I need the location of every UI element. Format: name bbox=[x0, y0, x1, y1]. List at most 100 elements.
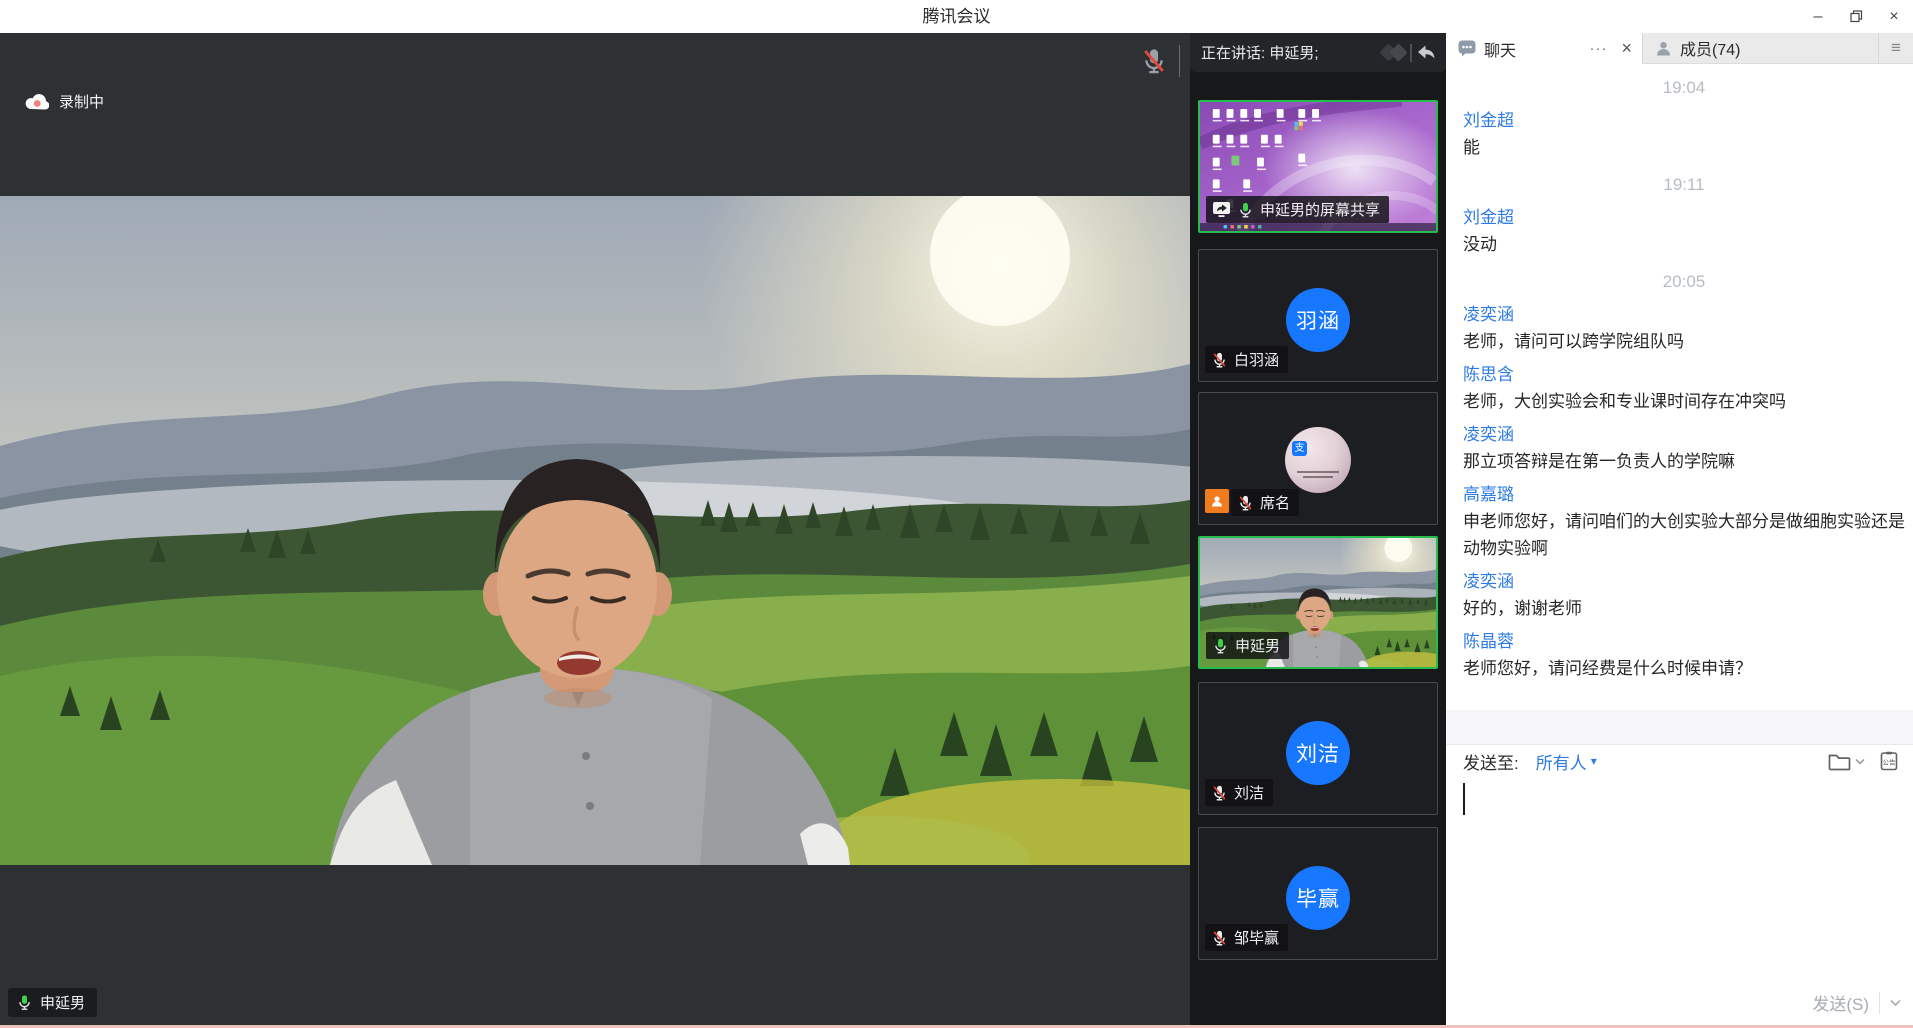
chat-close-icon[interactable]: × bbox=[1621, 38, 1632, 59]
chat-message-text: 没动 bbox=[1463, 231, 1905, 258]
tile-label: 席名 bbox=[1205, 489, 1299, 516]
tile-label: 刘洁 bbox=[1205, 779, 1273, 806]
tile-screen-share[interactable]: 申延男的屏幕共享 bbox=[1198, 100, 1438, 233]
announcement-button[interactable]: 公告 bbox=[1879, 751, 1899, 771]
restore-icon bbox=[1850, 10, 1863, 23]
minimize-icon: – bbox=[1814, 8, 1823, 26]
chat-sender-name[interactable]: 刘金超 bbox=[1463, 108, 1905, 134]
screen-share-icon bbox=[1212, 201, 1231, 218]
minimize-button[interactable]: – bbox=[1799, 0, 1837, 33]
avatar: 羽涵 bbox=[1286, 288, 1350, 352]
main-speaker-name-badge: 申延男 bbox=[8, 988, 97, 1017]
send-divider bbox=[1879, 992, 1880, 1014]
avatar: 毕赢 bbox=[1286, 866, 1350, 930]
send-to-value: 所有人 bbox=[1536, 749, 1587, 774]
titlebar: 腾讯会议 – × bbox=[0, 0, 1913, 33]
layout-and-back-icons[interactable] bbox=[1380, 41, 1440, 65]
file-attach-button[interactable] bbox=[1828, 752, 1865, 771]
chat-sender-name[interactable]: 刘金超 bbox=[1463, 205, 1905, 231]
chat-timestamp: 20:05 bbox=[1463, 269, 1905, 295]
chat-sender-name[interactable]: 凌奕涵 bbox=[1463, 569, 1905, 595]
layout-diamond-icon bbox=[1389, 43, 1407, 61]
restore-button[interactable] bbox=[1837, 0, 1875, 33]
messages-footer bbox=[1446, 710, 1913, 745]
announcement-icon: 公告 bbox=[1879, 751, 1899, 771]
text-caret bbox=[1463, 783, 1465, 815]
members-icon bbox=[1655, 40, 1672, 57]
chat-message-text: 申老师您好，请问咱们的大创实验大部分是做细胞实验还是动物实验啊 bbox=[1463, 508, 1905, 562]
tile-speaker-video[interactable]: 申延男 bbox=[1198, 536, 1438, 669]
chat-sender-name[interactable]: 陈晶蓉 bbox=[1463, 629, 1905, 655]
svg-text:公告: 公告 bbox=[1883, 758, 1897, 767]
send-options-button[interactable] bbox=[1890, 999, 1901, 1007]
chat-message-text: 好的，谢谢老师 bbox=[1463, 595, 1905, 622]
mic-on-icon bbox=[1212, 637, 1229, 655]
panel-menu-button[interactable]: ≡ bbox=[1878, 33, 1913, 64]
close-button[interactable]: × bbox=[1875, 0, 1913, 33]
back-arrow-icon bbox=[1418, 46, 1435, 59]
chat-message-text: 能 bbox=[1463, 134, 1905, 161]
chat-message-text: 那立项答辩是在第一负责人的学院嘛 bbox=[1463, 448, 1905, 475]
folder-icon bbox=[1828, 752, 1852, 771]
chat-sender-name[interactable]: 凌奕涵 bbox=[1463, 422, 1905, 448]
chevron-down-icon bbox=[1855, 758, 1865, 765]
close-icon: × bbox=[1889, 8, 1898, 26]
chevron-down-icon bbox=[1890, 999, 1901, 1007]
chat-message-text: 老师您好，请问经费是什么时候申请？ bbox=[1463, 655, 1905, 682]
mic-on-icon bbox=[1237, 201, 1254, 219]
chat-sender-name[interactable]: 高嘉璐 bbox=[1463, 482, 1905, 508]
panel-tabs: 聊天 ··· × 成员(74) ≡ bbox=[1446, 33, 1913, 64]
chat-timestamp: 19:04 bbox=[1463, 75, 1905, 101]
chat-message-list[interactable]: 19:04 刘金超 能 19:11 刘金超 没动 20:05 凌奕涵 老师，请问… bbox=[1446, 64, 1913, 710]
window-controls: – × bbox=[1799, 0, 1913, 33]
send-button[interactable]: 发送(S) bbox=[1812, 990, 1869, 1015]
chat-panel: 聊天 ··· × 成员(74) ≡ 19:04 刘金超 能 19:11 刘金超 … bbox=[1446, 33, 1913, 1025]
participant-thumbnail-strip: 正在讲话: 申延男; 申延男的屏幕共享 bbox=[1190, 33, 1446, 1025]
tab-members[interactable]: 成员(74) bbox=[1642, 33, 1878, 64]
tile-name: 席名 bbox=[1260, 492, 1290, 513]
tencent-meeting-window: 腾讯会议 – × 录制中 申延男 正在讲话: 申延男; bbox=[0, 0, 1913, 1028]
chat-input[interactable] bbox=[1446, 777, 1913, 985]
tile-name: 申延男 bbox=[1235, 635, 1280, 656]
tile-name: 申延男的屏幕共享 bbox=[1260, 199, 1380, 220]
chat-timestamp: 19:11 bbox=[1463, 172, 1905, 198]
tile-participant[interactable]: 毕赢 邹毕赢 bbox=[1198, 827, 1438, 960]
mic-muted-icon bbox=[1237, 494, 1254, 512]
avatar-caption-line bbox=[1297, 471, 1339, 473]
chat-sender-name[interactable]: 凌奕涵 bbox=[1463, 302, 1905, 328]
send-to-selector[interactable]: 所有人 ▾ bbox=[1536, 749, 1597, 774]
tab-chat-label: 聊天 bbox=[1484, 37, 1581, 61]
tile-participant[interactable]: 刘洁 刘洁 bbox=[1198, 682, 1438, 815]
cloud-recording-icon bbox=[25, 93, 49, 110]
chat-bubble-icon bbox=[1458, 40, 1476, 57]
tile-label: 申延男 bbox=[1206, 632, 1289, 659]
tile-participant[interactable]: 支 席名 bbox=[1198, 392, 1438, 525]
speaking-now-bar: 正在讲话: 申延男; bbox=[1190, 33, 1446, 72]
tile-name: 邹毕赢 bbox=[1234, 927, 1279, 948]
tile-name: 刘洁 bbox=[1234, 782, 1264, 803]
tile-participant[interactable]: 羽涵 白羽涵 bbox=[1198, 249, 1438, 382]
avatar-logo-badge: 支 bbox=[1292, 441, 1307, 456]
tile-label: 申延男的屏幕共享 bbox=[1206, 196, 1389, 223]
window-title: 腾讯会议 bbox=[0, 0, 1913, 33]
avatar: 支 bbox=[1285, 427, 1351, 493]
chat-more-icon[interactable]: ··· bbox=[1589, 40, 1607, 57]
recording-indicator: 录制中 bbox=[25, 91, 104, 112]
tile-label: 白羽涵 bbox=[1205, 346, 1288, 373]
main-video-feed bbox=[0, 196, 1190, 865]
mic-muted-icon bbox=[1211, 351, 1228, 369]
avatar: 刘洁 bbox=[1286, 721, 1350, 785]
stage-mic-muted-icon[interactable] bbox=[1140, 46, 1168, 76]
recording-label: 录制中 bbox=[59, 91, 104, 112]
chat-message-text: 老师，大创实验会和专业课时间存在冲突吗 bbox=[1463, 388, 1905, 415]
registered-user-icon bbox=[1205, 489, 1229, 513]
chat-sender-name[interactable]: 陈思含 bbox=[1463, 362, 1905, 388]
send-row: 发送(S) bbox=[1812, 990, 1901, 1015]
chevron-down-icon: ▾ bbox=[1591, 754, 1597, 768]
speaking-now-label: 正在讲话: 申延男; bbox=[1190, 42, 1319, 63]
main-speaker-name: 申延男 bbox=[40, 992, 85, 1013]
tile-name: 白羽涵 bbox=[1234, 349, 1279, 370]
chat-message-text: 老师，请问可以跨学院组队吗 bbox=[1463, 328, 1905, 355]
send-to-bar: 发送至: 所有人 ▾ 公告 bbox=[1446, 745, 1913, 777]
tab-chat[interactable]: 聊天 ··· × bbox=[1446, 33, 1642, 64]
